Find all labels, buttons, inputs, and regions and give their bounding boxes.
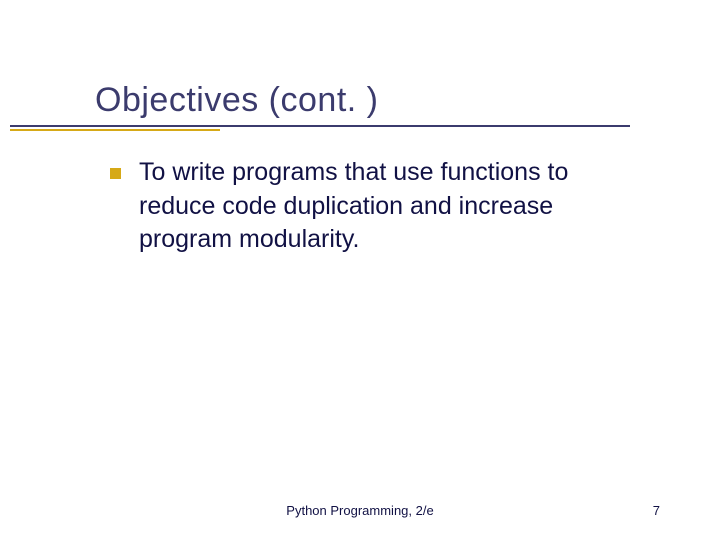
footer-text: Python Programming, 2/e bbox=[286, 503, 433, 518]
content-area: To write programs that use functions to … bbox=[95, 156, 660, 257]
slide-container: Objectives (cont. ) To write programs th… bbox=[0, 0, 720, 540]
underline-accent bbox=[10, 129, 220, 131]
page-number: 7 bbox=[653, 503, 660, 518]
slide-title: Objectives (cont. ) bbox=[95, 80, 660, 121]
underline-primary bbox=[10, 125, 630, 127]
bullet-text: To write programs that use functions to … bbox=[139, 156, 640, 257]
title-area: Objectives (cont. ) bbox=[95, 80, 660, 121]
bullet-item: To write programs that use functions to … bbox=[110, 156, 640, 257]
footer: Python Programming, 2/e bbox=[0, 503, 720, 518]
bullet-square-icon bbox=[110, 168, 121, 179]
